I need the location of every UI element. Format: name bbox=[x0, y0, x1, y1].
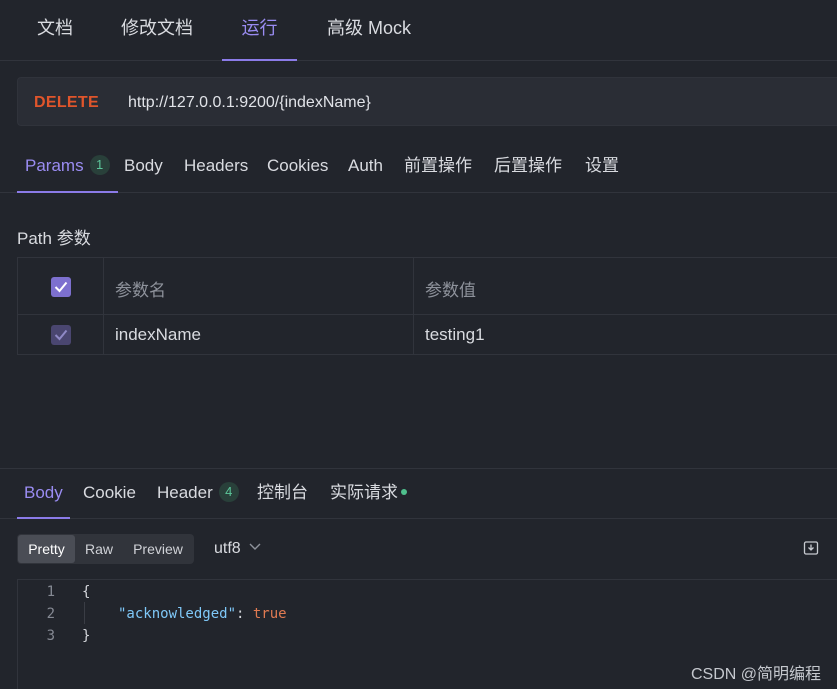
view-mode-pretty[interactable]: Pretty bbox=[18, 535, 75, 563]
json-value: true bbox=[252, 606, 287, 622]
tab-auth[interactable]: Auth bbox=[348, 143, 383, 193]
tab-params[interactable]: Params 1 bbox=[17, 143, 118, 193]
line-number: 2 bbox=[46, 606, 55, 622]
param-name-cell[interactable]: indexName bbox=[103, 315, 413, 355]
response-tab-actual-request[interactable]: 实际请求 bbox=[330, 469, 407, 519]
code-text: "acknowledged": true bbox=[118, 603, 287, 625]
response-tab-body[interactable]: Body bbox=[17, 469, 70, 519]
row-select-cell bbox=[18, 315, 103, 355]
select-all-checkbox[interactable] bbox=[51, 277, 71, 297]
json-key: "acknowledged" bbox=[118, 606, 237, 622]
response-tab-header[interactable]: Header 4 bbox=[157, 469, 239, 519]
param-value: testing1 bbox=[425, 325, 485, 344]
encoding-value: utf8 bbox=[214, 540, 241, 557]
table-row: indexName testing1 bbox=[18, 314, 837, 355]
column-header-value: 参数值 bbox=[413, 258, 837, 314]
response-tab-bar: Body Cookie Header 4 控制台 实际请求 bbox=[0, 469, 837, 519]
column-header-name-label: 参数名 bbox=[115, 281, 166, 300]
tab-headers[interactable]: Headers bbox=[184, 143, 248, 193]
line-number: 3 bbox=[46, 628, 55, 644]
path-params-table: 参数名 参数值 indexName testing1 bbox=[17, 257, 837, 355]
tab-run[interactable]: 运行 bbox=[222, 0, 297, 61]
tab-settings[interactable]: 设置 bbox=[585, 143, 619, 193]
param-value-cell[interactable]: testing1 bbox=[413, 315, 837, 355]
tab-pre-request[interactable]: 前置操作 bbox=[404, 143, 472, 193]
check-icon bbox=[54, 281, 68, 293]
request-tab-bar: Params 1 Body Headers Cookies Auth 前置操作 后… bbox=[0, 143, 837, 193]
param-name: indexName bbox=[115, 325, 201, 344]
header-count-badge: 4 bbox=[218, 482, 239, 502]
code-text: { bbox=[82, 584, 91, 600]
encoding-select[interactable]: utf8 bbox=[214, 538, 261, 558]
row-checkbox[interactable] bbox=[51, 325, 71, 345]
code-line: 1 { bbox=[18, 581, 837, 603]
column-header-value-label: 参数值 bbox=[425, 281, 476, 300]
url-input[interactable]: http://127.0.0.1:9200/{indexName} bbox=[128, 78, 371, 127]
tab-docs[interactable]: 文档 bbox=[36, 0, 74, 61]
view-mode-preview[interactable]: Preview bbox=[123, 535, 193, 563]
chevron-down-icon bbox=[249, 538, 261, 556]
request-url-bar: DELETE http://127.0.0.1:9200/{indexName} bbox=[17, 77, 837, 126]
status-dot-icon bbox=[401, 489, 407, 495]
json-separator: : bbox=[236, 606, 253, 622]
code-text: } bbox=[82, 628, 91, 644]
path-params-title: Path 参数 bbox=[17, 229, 91, 248]
response-tab-console[interactable]: 控制台 bbox=[257, 469, 308, 519]
check-icon bbox=[54, 329, 68, 341]
tab-post-request[interactable]: 后置操作 bbox=[494, 143, 562, 193]
tab-body[interactable]: Body bbox=[124, 143, 163, 193]
table-header-row: 参数名 参数值 bbox=[18, 258, 837, 314]
column-header-name: 参数名 bbox=[103, 258, 413, 314]
response-tab-actual-request-label: 实际请求 bbox=[330, 483, 398, 502]
top-tab-bar: 文档 修改文档 运行 高级 Mock bbox=[0, 0, 837, 61]
params-count-badge: 1 bbox=[89, 155, 110, 175]
tab-cookies[interactable]: Cookies bbox=[267, 143, 328, 193]
http-method-selector[interactable]: DELETE bbox=[34, 78, 99, 127]
code-line: 3 } bbox=[18, 625, 837, 647]
watermark: CSDN @简明编程 bbox=[690, 666, 821, 683]
select-all-cell bbox=[18, 258, 103, 314]
response-tab-cookie[interactable]: Cookie bbox=[83, 469, 136, 519]
code-line: 2 "acknowledged": true bbox=[18, 603, 837, 625]
response-tab-header-label: Header bbox=[157, 483, 213, 502]
view-mode-toggle: Pretty Raw Preview bbox=[17, 534, 194, 564]
view-mode-raw[interactable]: Raw bbox=[75, 535, 123, 563]
tab-advanced-mock[interactable]: 高级 Mock bbox=[326, 0, 412, 61]
line-number: 1 bbox=[46, 584, 55, 600]
tab-edit-docs[interactable]: 修改文档 bbox=[121, 0, 193, 61]
save-icon[interactable] bbox=[803, 540, 819, 556]
tab-params-label: Params bbox=[25, 156, 84, 175]
